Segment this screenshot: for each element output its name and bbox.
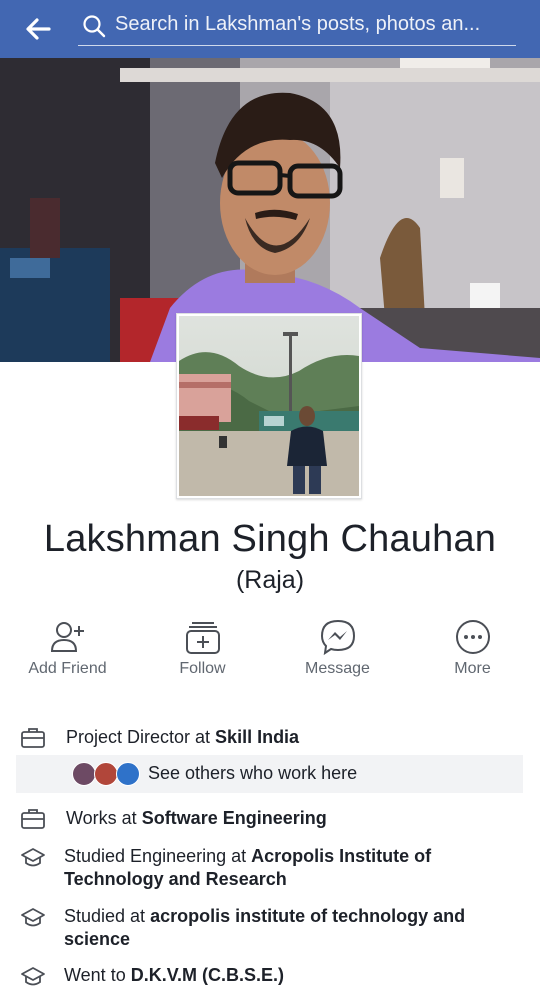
follow-label: Follow [179, 660, 226, 677]
see-others-row[interactable]: See others who work here [16, 755, 523, 793]
add-friend-icon [50, 622, 84, 652]
work-2-employer[interactable]: Software Engineering [142, 808, 327, 828]
education-row-2[interactable]: Studied at acropolis institute of techno… [0, 905, 540, 953]
messenger-icon [320, 619, 355, 656]
add-friend-label: Add Friend [28, 660, 107, 677]
work-row-2[interactable]: Works at Software Engineering [0, 806, 540, 832]
message-button[interactable]: Message [270, 616, 405, 686]
education-1-text: Studied Engineering at Acropolis Institu… [64, 845, 504, 891]
work-1-prefix: Project Director at [66, 727, 216, 747]
education-3-school[interactable]: D.K.V.M (C.B.S.E.) [131, 965, 284, 985]
coworker-avatars [72, 762, 144, 786]
message-label: Message [305, 660, 370, 677]
profile-name: Lakshman Singh Chauhan [43, 518, 497, 560]
follow-button[interactable]: Follow [135, 616, 270, 686]
avatar [94, 762, 118, 786]
search-placeholder: Search in Lakshman's posts, photos an... [115, 13, 481, 35]
avatar [116, 762, 140, 786]
back-button[interactable] [20, 11, 56, 47]
briefcase-icon [21, 728, 45, 748]
education-1-prefix: Studied Engineering at [64, 846, 252, 866]
work-row-1[interactable]: Project Director at Skill India [0, 725, 540, 751]
more-label: More [454, 660, 491, 677]
follow-icon [185, 622, 220, 654]
education-3-text: Went to D.K.V.M (C.B.S.E.) [64, 964, 504, 987]
back-arrow-icon [26, 18, 51, 40]
see-others-link[interactable]: See others who work here [148, 763, 357, 784]
graduation-cap-icon [21, 967, 45, 986]
briefcase-icon [21, 809, 45, 829]
education-2-prefix: Studied at [64, 906, 151, 926]
work-2-prefix: Works at [66, 808, 142, 828]
search-icon [83, 15, 106, 38]
education-row-3[interactable]: Went to D.K.V.M (C.B.S.E.) [0, 964, 540, 990]
profile-nickname: (Raja) [235, 566, 305, 594]
education-row-1[interactable]: Studied Engineering at Acropolis Institu… [0, 845, 540, 893]
work-2-text: Works at Software Engineering [66, 807, 506, 830]
graduation-cap-icon [21, 908, 45, 927]
more-button[interactable]: More [405, 616, 540, 686]
profile-actions: Add Friend Follow Message More [0, 616, 540, 686]
avatar [72, 762, 96, 786]
work-1-employer[interactable]: Skill India [215, 727, 299, 747]
graduation-cap-icon [21, 848, 45, 867]
profile-picture-image [179, 316, 359, 496]
add-friend-button[interactable]: Add Friend [0, 616, 135, 686]
top-bar: Search in Lakshman's posts, photos an... [0, 0, 540, 58]
work-1-text: Project Director at Skill India [66, 726, 506, 749]
more-icon [455, 620, 490, 654]
profile-picture[interactable] [176, 313, 362, 499]
search-input[interactable]: Search in Lakshman's posts, photos an... [78, 8, 516, 46]
education-3-prefix: Went to [64, 965, 131, 985]
education-2-text: Studied at acropolis institute of techno… [64, 905, 504, 951]
